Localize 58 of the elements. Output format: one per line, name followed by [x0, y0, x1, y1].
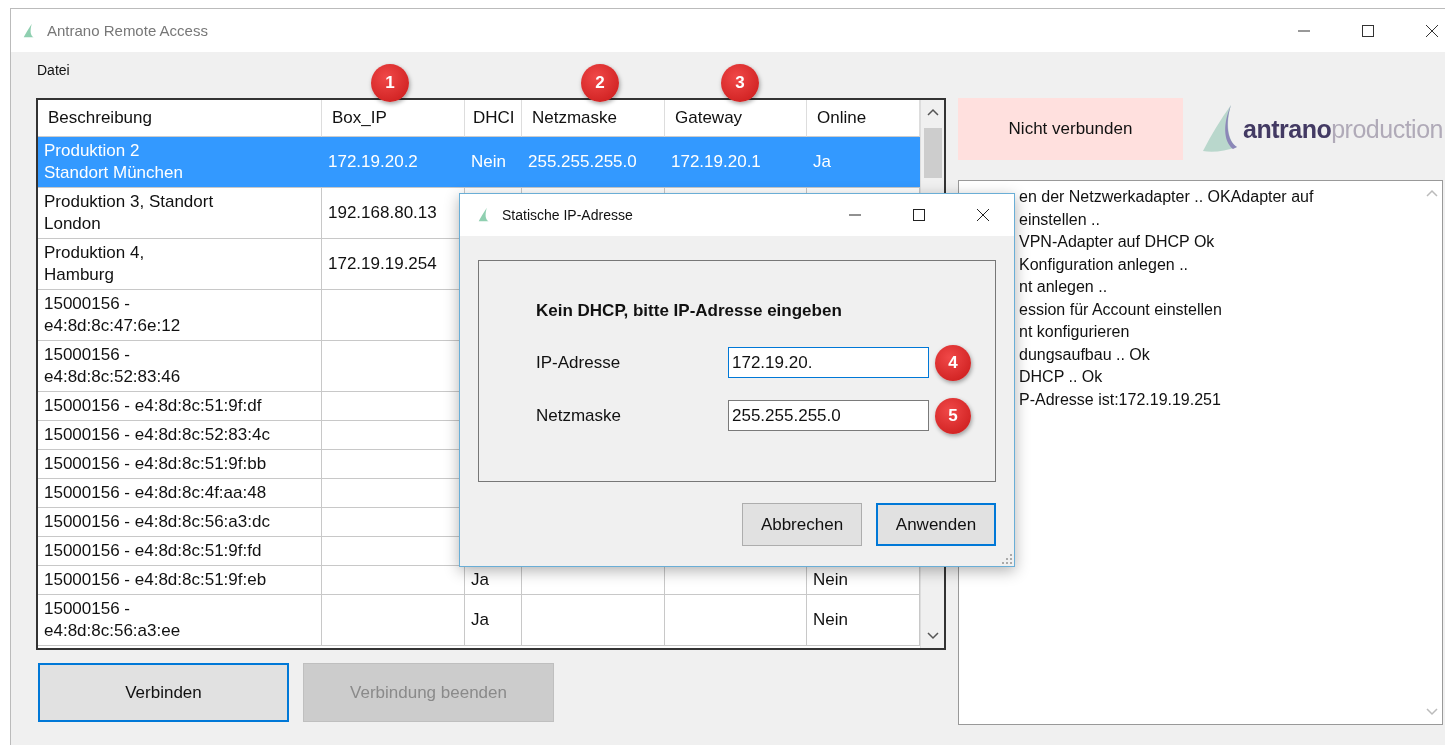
table-cell: 15000156 - e4:8d:8c:51:9f:df — [44, 395, 262, 417]
number-badge: 4 — [935, 344, 971, 381]
table-cell: Nein — [813, 569, 848, 591]
log-line: nt anlegen .. — [1019, 278, 1108, 295]
dialog-button[interactable]: Anwenden — [876, 503, 996, 546]
table-cell: Ja — [471, 569, 489, 591]
table-cell: Produktion 2 Standort München — [44, 140, 183, 184]
input-field[interactable]: 255.255.255.0 — [728, 400, 929, 431]
table-cell: Nein — [813, 609, 848, 631]
scroll-thumb[interactable] — [923, 128, 942, 178]
table-cell: Produktion 4, Hamburg — [44, 242, 145, 286]
table-cell: 172.19.20.2 — [328, 151, 418, 173]
table-cell: 15000156 - e4:8d:8c:56:a3:ee — [44, 598, 181, 642]
dialog-title: Statische IP-Adresse — [502, 207, 633, 223]
table-cell: Ja — [471, 609, 489, 631]
scroll-down-icon[interactable] — [926, 632, 939, 640]
table-row[interactable]: 15000156 - e4:8d:8c:56:a3:ee Ja Nein — [38, 595, 920, 646]
log-line: en der Netzwerkadapter .. OKAdapter auf — [1019, 188, 1314, 205]
table-cell: 172.19.19.254 — [328, 253, 437, 275]
maximize-icon[interactable] — [912, 208, 926, 222]
table-cell: 255.255.255.0 — [528, 151, 637, 173]
log-line: ession für Account einstellen — [1019, 300, 1222, 318]
table-cell: 15000156 - e4:8d:8c:51:9f:eb — [44, 569, 267, 591]
table-cell: Produktion 3, Standort London — [44, 191, 214, 235]
number-badge: 5 — [935, 397, 971, 434]
resize-grip-icon[interactable] — [1002, 554, 1012, 564]
field-label: Netzmaske — [536, 405, 623, 426]
table-cell: 15000156 - e4:8d:8c:52:83:46 — [44, 344, 181, 388]
table-cell: 15000156 - e4:8d:8c:4f:aa:48 — [44, 482, 267, 504]
log-line: einstellen .. — [1019, 210, 1100, 228]
table-cell: 15000156 - e4:8d:8c:47:6e:12 — [44, 293, 181, 337]
maximize-icon[interactable] — [1361, 23, 1375, 38]
menu-item[interactable]: Datei — [37, 62, 70, 78]
log-line: VPN-Adapter auf DHCP Ok — [1019, 233, 1215, 250]
log-line: Konfiguration anlegen .. — [1019, 255, 1188, 273]
log-line: dungsaufbau .. Ok — [1019, 345, 1150, 363]
table-cell: 15000156 - e4:8d:8c:52:83:4c — [44, 424, 270, 446]
log-line: nt konfigurieren — [1019, 323, 1130, 340]
window-title: Antrano Remote Access — [47, 22, 208, 39]
dialog-button[interactable]: Abbrechen — [742, 503, 862, 546]
table-cell: 192.168.80.13 — [328, 202, 437, 224]
table-cell: Nein — [471, 151, 506, 173]
connection-status: Nicht verbunden — [958, 98, 1183, 160]
log-line: DHCP .. Ok — [1019, 368, 1103, 385]
input-field[interactable]: 172.19.20. — [728, 347, 929, 378]
table-cell: 15000156 - e4:8d:8c:51:9f:fd — [44, 540, 262, 562]
table-cell: 15000156 - e4:8d:8c:51:9f:bb — [44, 453, 267, 475]
table-cell: 172.19.20.1 — [671, 151, 761, 173]
action-button[interactable]: Verbinden — [38, 663, 289, 722]
table-cell: 15000156 - e4:8d:8c:56:a3:dc — [44, 511, 270, 533]
table-cell: Ja — [813, 151, 831, 173]
dialog-heading: Kein DHCP, bitte IP-Adresse eingeben — [536, 301, 843, 321]
scroll-up-icon[interactable] — [926, 108, 939, 116]
log-line: P-Adresse ist:172.19.19.251 — [1019, 390, 1221, 408]
field-label: IP-Adresse — [536, 352, 622, 373]
close-icon[interactable] — [1425, 23, 1439, 38]
logo-text: antranoproduction — [1243, 114, 1443, 144]
close-icon[interactable] — [976, 208, 990, 222]
